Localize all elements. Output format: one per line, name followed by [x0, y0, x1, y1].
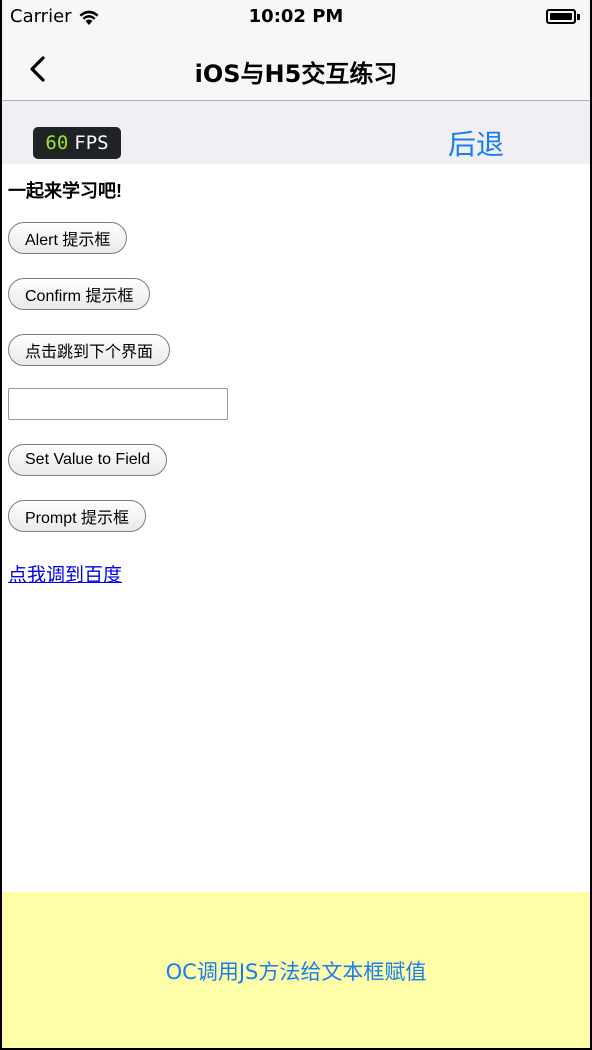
bottom-panel: OC调用JS方法给文本框赋值	[2, 892, 590, 1048]
alert-button[interactable]: Alert 提示框	[8, 222, 128, 254]
jump-next-page-button[interactable]: 点击跳到下个界面	[8, 334, 171, 366]
fps-indicator: 60 FPS	[33, 127, 121, 159]
web-back-button[interactable]: 后退	[448, 123, 504, 163]
web-content: 一起来学习吧! Alert 提示框 Confirm 提示框 点击跳到下个界面 S…	[8, 178, 590, 586]
set-value-button[interactable]: Set Value to Field	[8, 444, 168, 476]
confirm-button[interactable]: Confirm 提示框	[8, 278, 151, 310]
baidu-link[interactable]: 点我调到百度	[8, 560, 122, 587]
status-time: 10:02 PM	[248, 6, 344, 27]
oc-call-js-button[interactable]: OC调用JS方法给文本框赋值	[166, 956, 427, 986]
navigation-bar: iOS与H5交互练习	[2, 40, 590, 101]
prompt-button[interactable]: Prompt 提示框	[8, 500, 147, 532]
toolbar: 60 FPS 后退	[2, 101, 590, 164]
status-bar: Carrier 10:02 PM	[2, 0, 590, 40]
battery-icon	[546, 9, 580, 24]
text-field[interactable]	[8, 388, 228, 420]
fps-value: 60	[45, 132, 69, 154]
web-heading: 一起来学习吧!	[8, 181, 122, 201]
phone-screen: Carrier 10:02 PM iOS与H5交互练习 60 FPS 后退 一起…	[0, 0, 592, 1050]
fps-label: FPS	[74, 132, 109, 154]
page-title: iOS与H5交互练习	[194, 60, 398, 88]
